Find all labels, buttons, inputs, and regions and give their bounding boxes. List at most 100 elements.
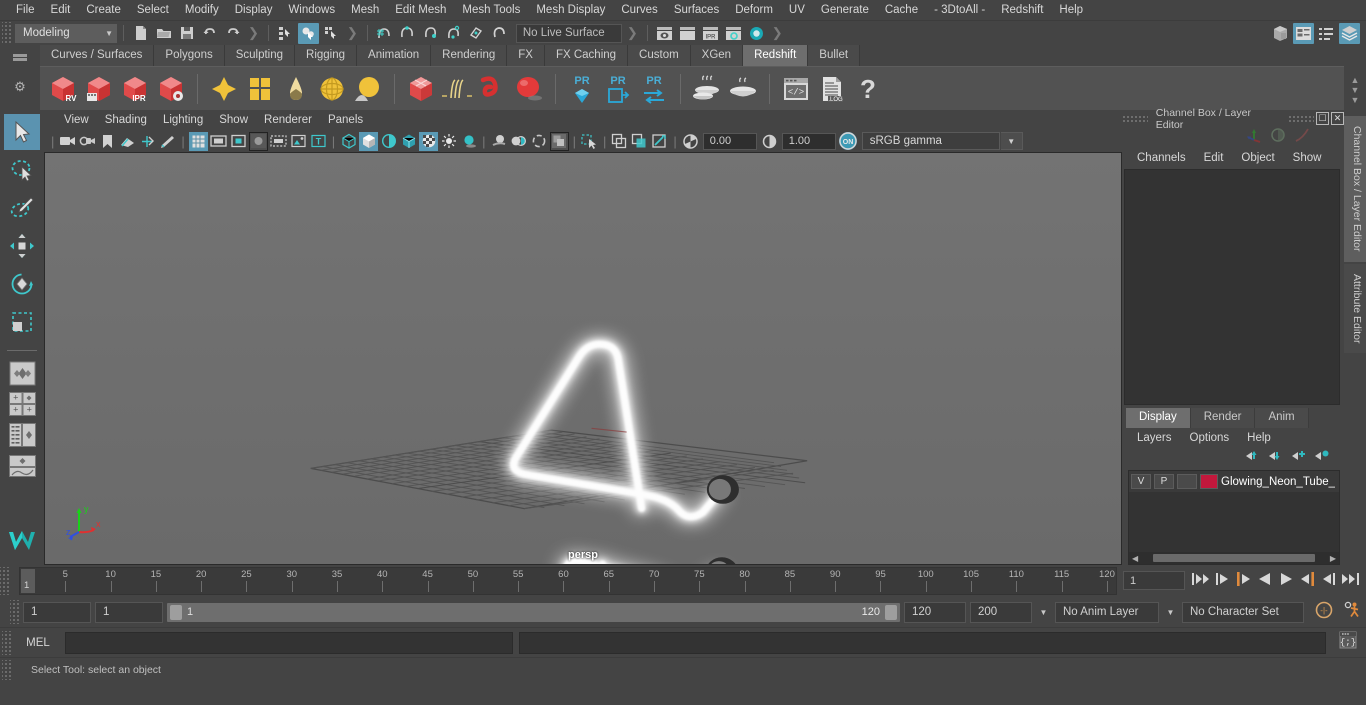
shelf-redshift-material-blender-button[interactable] — [243, 72, 277, 106]
outliner-persp-layout-icon[interactable] — [5, 421, 39, 449]
exposure-image-icon[interactable] — [289, 132, 308, 151]
move-tool-icon[interactable] — [4, 228, 40, 264]
shelf-redshift-help-button[interactable]: ? — [851, 72, 885, 106]
shelf-tab-bullet[interactable]: Bullet — [808, 45, 861, 66]
grid-toggle-icon[interactable] — [188, 131, 208, 151]
ambient-occlusion-icon[interactable] — [459, 132, 478, 151]
snap-to-view-planes-icon[interactable] — [466, 23, 487, 44]
resolution-gate-icon[interactable] — [229, 132, 248, 151]
rotate-tool-icon[interactable] — [4, 266, 40, 302]
undo-icon[interactable] — [199, 23, 220, 44]
menu-create[interactable]: Create — [78, 2, 129, 18]
viewport-menu-lighting[interactable]: Lighting — [155, 112, 211, 128]
viewport-menu-show[interactable]: Show — [211, 112, 256, 128]
lasso-select-tool-icon[interactable] — [4, 152, 40, 188]
status-line-grip[interactable] — [2, 22, 11, 44]
make-live-icon[interactable] — [489, 23, 510, 44]
playback-start-time-field[interactable]: 1 — [95, 601, 163, 623]
film-gate-labels-icon[interactable] — [269, 132, 288, 151]
menu-curves[interactable]: Curves — [613, 2, 665, 18]
panel-close-icon[interactable]: ✕ — [1331, 112, 1344, 125]
shelf-redshift-material-button[interactable] — [207, 72, 241, 106]
viewport-menu-shading[interactable]: Shading — [97, 112, 155, 128]
animation-start-time-field[interactable]: 1 — [23, 601, 91, 623]
previous-key-icon[interactable] — [1235, 571, 1253, 592]
chevron-down-icon[interactable]: ▼ — [1000, 132, 1023, 150]
hypershade-icon[interactable] — [746, 23, 767, 44]
four-view-layout-icon[interactable]: + + + — [5, 390, 39, 418]
display-layer-list[interactable]: V P Glowing_Neon_Tube_ ◀ ▶ — [1128, 470, 1340, 565]
render-settings-icon[interactable] — [723, 23, 744, 44]
color-management-select[interactable]: sRGB gamma — [861, 132, 1000, 150]
command-input-field[interactable] — [65, 631, 513, 654]
shelf-menu-icon[interactable] — [13, 54, 27, 57]
curve-icon[interactable] — [1294, 127, 1310, 148]
move-axis-gizmo-icon[interactable] — [1246, 127, 1262, 148]
menu-windows[interactable]: Windows — [280, 2, 343, 18]
shelf-options-gear-icon[interactable]: ⚙ — [14, 79, 26, 95]
shaded-wireframe-icon[interactable] — [379, 132, 398, 151]
command-line-grip[interactable] — [2, 630, 11, 655]
single-perspective-layout-icon[interactable] — [5, 359, 39, 387]
shelf-tab-fx-caching[interactable]: FX Caching — [544, 45, 629, 66]
shelf-redshift-ipr-button[interactable]: IPR — [118, 72, 152, 106]
layer-tab-anim[interactable]: Anim — [1255, 408, 1309, 428]
panel-grip-left[interactable] — [1122, 114, 1148, 123]
layer-playback-toggle[interactable]: P — [1154, 474, 1174, 489]
go-to-start-icon[interactable] — [1191, 571, 1211, 592]
dock-tab-attribute-editor[interactable]: Attribute Editor — [1344, 263, 1366, 353]
chevron-down-icon[interactable]: ▼ — [1163, 602, 1178, 623]
shelf-redshift-script-editor-button[interactable]: </> — [779, 72, 813, 106]
multisample-aa-icon[interactable] — [510, 132, 529, 151]
live-surface-field[interactable]: No Live Surface — [515, 23, 622, 43]
move-layer-up-icon[interactable] — [1245, 449, 1261, 467]
channel-box-menu-channels[interactable]: Channels — [1128, 150, 1195, 166]
snap-to-grid-icon[interactable] — [374, 23, 395, 44]
save-scene-icon[interactable] — [176, 23, 197, 44]
redo-previous-render-icon[interactable] — [677, 23, 698, 44]
scroll-left-arrow-icon[interactable]: ◀ — [1129, 554, 1141, 563]
select-tool-icon[interactable] — [4, 114, 40, 150]
layer-list-horizontal-scrollbar[interactable]: ◀ ▶ — [1129, 552, 1339, 564]
shelf-tab-animation[interactable]: Animation — [357, 45, 432, 66]
depth-of-field-icon[interactable] — [530, 132, 549, 151]
shelf-redshift-pr-light-button[interactable]: PR — [565, 72, 599, 106]
menu-help[interactable]: Help — [1051, 2, 1091, 18]
command-language-label[interactable]: MEL — [17, 637, 59, 649]
time-slider-grip[interactable] — [0, 567, 9, 595]
shelf-redshift-render-sequence-button[interactable] — [82, 72, 116, 106]
shelf-redshift-sprite-button[interactable] — [315, 72, 349, 106]
menu-modify[interactable]: Modify — [177, 2, 227, 18]
range-slider-left-handle[interactable] — [170, 604, 182, 620]
range-slider[interactable]: 1 120 — [167, 602, 900, 622]
shelf-tab-redshift[interactable]: Redshift — [743, 45, 809, 66]
render-current-frame-icon[interactable] — [654, 23, 675, 44]
play-backwards-icon[interactable] — [1256, 571, 1274, 592]
shelf-redshift-volume-button[interactable] — [476, 72, 510, 106]
menu-redshift[interactable]: Redshift — [993, 2, 1051, 18]
playback-end-time-field[interactable]: 120 — [904, 601, 966, 623]
film-gate-icon[interactable] — [209, 132, 228, 151]
x-ray-active-components-icon[interactable] — [650, 132, 669, 151]
image-plane-icon[interactable] — [118, 132, 137, 151]
viewport-render-region-icon[interactable] — [549, 131, 569, 151]
shelf-scroll-arrows[interactable]: ▲ ▼ ▼ — [1344, 45, 1366, 110]
ipr-render-icon[interactable]: IPR — [700, 23, 721, 44]
shelf-tab-fx[interactable]: FX — [507, 45, 545, 66]
create-new-layer-icon[interactable] — [1291, 449, 1307, 467]
exposure-icon[interactable] — [681, 132, 700, 151]
show-hide-tool-settings-icon[interactable] — [1316, 23, 1337, 44]
shelf-redshift-pr-transfer-button[interactable]: PR — [637, 72, 671, 106]
go-to-end-icon[interactable] — [1340, 571, 1360, 592]
next-key-icon[interactable] — [1298, 571, 1316, 592]
move-layer-down-icon[interactable] — [1268, 449, 1284, 467]
shelf-redshift-object-props-button[interactable] — [512, 72, 546, 106]
rotate-gizmo-icon[interactable] — [1270, 127, 1286, 148]
range-slider-right-handle[interactable] — [885, 604, 897, 620]
shelf-tab-xgen[interactable]: XGen — [690, 45, 744, 66]
motion-blur-icon[interactable] — [490, 132, 509, 151]
persp-graph-layout-icon[interactable] — [5, 452, 39, 480]
grease-pencil-icon[interactable] — [158, 132, 177, 151]
shelf-tab-sculpting[interactable]: Sculpting — [224, 45, 296, 66]
shelf-redshift-sss-button[interactable] — [351, 72, 385, 106]
